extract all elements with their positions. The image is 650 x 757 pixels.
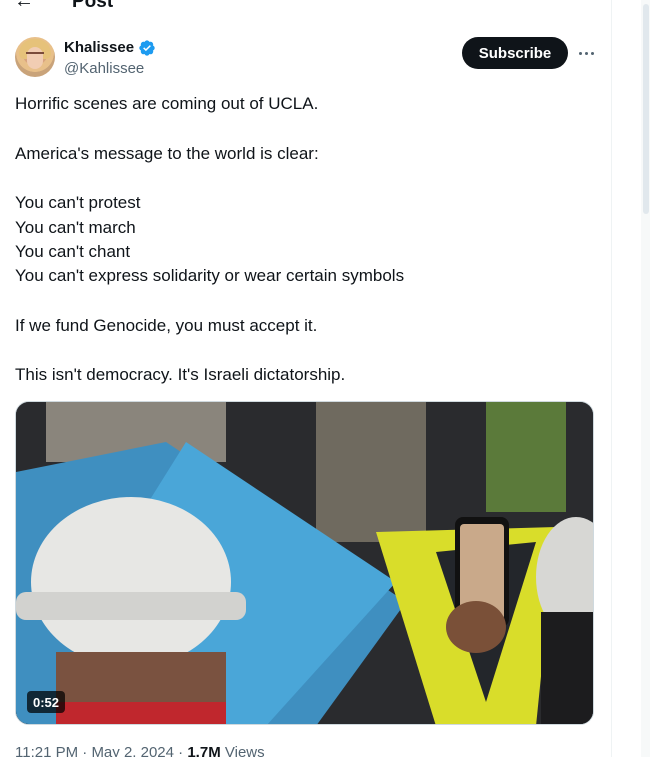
video-frame	[16, 402, 593, 724]
avatar-face	[27, 47, 43, 69]
video-duration-badge: 0:52	[27, 691, 65, 713]
tweet-line: If we fund Genocide, you must accept it.	[15, 316, 318, 335]
author-name[interactable]: Khalissee	[64, 39, 134, 56]
tweet-line: You can't march	[15, 218, 136, 237]
avatar[interactable]	[15, 37, 55, 77]
tweet-line: You can't express solidarity or wear cer…	[15, 266, 405, 285]
author-handle[interactable]: @Kahlissee	[64, 60, 144, 77]
meta-separator: ·	[82, 744, 88, 757]
more-horizontal-icon[interactable]	[575, 42, 597, 64]
views-count: 1.7M	[187, 744, 221, 757]
views-label: Views	[224, 744, 265, 757]
post-meta: 11:21 PM · May 2, 2024 · 1.7M Views	[15, 744, 265, 757]
avatar-glasses	[26, 52, 44, 57]
post-time[interactable]: 11:21 PM	[15, 744, 78, 757]
tweet-line: This isn't democracy. It's Israeli dicta…	[15, 365, 346, 384]
post: Khalissee @Kahlissee Subscribe Horrific …	[0, 0, 611, 757]
verified-badge-icon	[139, 40, 155, 56]
tweet-line: Horrific scenes are coming out of UCLA.	[15, 94, 319, 113]
tweet-line: America's message to the world is clear:	[15, 144, 319, 163]
tweet-line: You can't chant	[15, 242, 131, 261]
post-date[interactable]: May 2, 2024	[91, 744, 174, 757]
subscribe-button[interactable]: Subscribe	[462, 37, 568, 69]
video-player[interactable]	[15, 401, 594, 725]
meta-separator: ·	[178, 744, 184, 757]
tweet-line: You can't protest	[15, 193, 141, 212]
scrollbar-thumb[interactable]	[643, 4, 649, 214]
